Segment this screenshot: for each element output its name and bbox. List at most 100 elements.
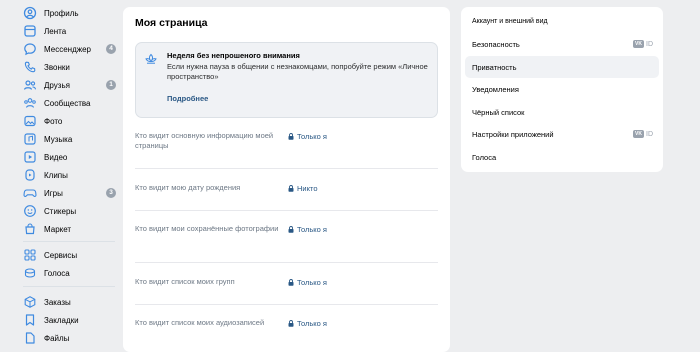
learn-more-link[interactable]: Подробнее <box>167 94 208 103</box>
services-icon <box>23 248 37 262</box>
menu-item-security[interactable]: Безопасность VK ID <box>465 33 659 55</box>
setting-row: Кто видит мои сохранённые фотографии Тол… <box>135 211 438 263</box>
setting-value: Никто <box>297 184 318 193</box>
setting-value-dropdown[interactable]: Только я <box>288 319 327 328</box>
sidebar-item-video[interactable]: Видео <box>23 148 119 166</box>
votes-icon <box>23 266 37 280</box>
games-badge: 3 <box>106 188 116 198</box>
menu-item-label: Настройки приложений <box>472 130 554 139</box>
vk-id-text: ID <box>646 130 653 138</box>
sidebar-item-friends[interactable]: Друзья 1 <box>23 76 119 94</box>
setting-row: Кто видит мою дату рождения Никто <box>135 169 438 211</box>
orders-icon <box>23 295 37 309</box>
lock-icon <box>288 320 294 327</box>
sidebar-item-games[interactable]: Игры 3 <box>23 184 119 202</box>
setting-value: Только я <box>297 319 327 328</box>
sidebar-item-label: Фото <box>44 116 63 126</box>
sidebar-item-services[interactable]: Сервисы <box>23 246 119 264</box>
sidebar-item-label: Стикеры <box>44 206 77 216</box>
left-sidebar: Профиль Лента Мессенджер 4 Звонки Друзья… <box>0 0 123 344</box>
sidebar-item-label: Видео <box>44 152 68 162</box>
sidebar-item-music[interactable]: Музыка <box>23 130 119 148</box>
sidebar-item-communities[interactable]: Сообщества <box>23 94 119 112</box>
lock-icon <box>288 133 294 140</box>
sidebar-item-label: Профиль <box>44 8 79 18</box>
menu-item-label: Голоса <box>472 153 497 162</box>
lock-icon <box>288 226 294 233</box>
sidebar-item-label: Друзья <box>44 80 70 90</box>
notice-title: Неделя без непрошеного внимания <box>167 51 300 60</box>
sidebar-item-label: Файлы <box>44 333 70 343</box>
sidebar-item-label: Клипы <box>44 170 68 180</box>
sidebar-item-bookmarks[interactable]: Закладки <box>23 311 119 329</box>
vk-logo-icon: VK <box>633 130 644 138</box>
sidebar-item-label: Сервисы <box>44 250 78 260</box>
stickers-icon <box>23 204 37 218</box>
bookmark-icon <box>23 313 37 327</box>
market-icon <box>23 222 37 236</box>
menu-item-label: Уведомления <box>472 85 519 94</box>
sidebar-item-label: Маркет <box>44 224 72 234</box>
sidebar-item-stickers[interactable]: Стикеры <box>23 202 119 220</box>
setting-value-dropdown[interactable]: Только я <box>288 225 327 234</box>
menu-item-privacy[interactable]: Приватность <box>465 56 659 78</box>
setting-label: Кто видит мою дату рождения <box>135 183 241 192</box>
photo-icon <box>23 114 37 128</box>
sidebar-item-label: Музыка <box>44 134 73 144</box>
setting-label: Кто видит список моих групп <box>135 277 235 286</box>
friends-icon <box>23 78 37 92</box>
menu-item-label: Аккаунт и внешний вид <box>472 18 548 25</box>
communities-icon <box>23 96 37 110</box>
info-notice: Неделя без непрошеного внимания Если нуж… <box>135 42 438 118</box>
setting-value-dropdown[interactable]: Никто <box>288 184 318 193</box>
sidebar-item-clips[interactable]: Клипы <box>23 166 119 184</box>
setting-value: Только я <box>297 132 327 141</box>
menu-item-blacklist[interactable]: Чёрный список <box>465 101 659 123</box>
sidebar-item-label: Закладки <box>44 315 79 325</box>
setting-label: Кто видит список моих аудиозаписей <box>135 318 265 327</box>
menu-item-account[interactable]: Аккаунт и внешний вид <box>465 11 659 33</box>
lock-icon <box>288 279 294 286</box>
setting-value: Только я <box>297 225 327 234</box>
clips-icon <box>23 168 37 182</box>
lock-icon <box>288 185 294 192</box>
friends-badge: 1 <box>106 80 116 90</box>
sidebar-divider <box>23 241 115 242</box>
sidebar-item-news[interactable]: Лента <box>23 22 119 40</box>
phone-icon <box>23 60 37 74</box>
menu-item-notifications[interactable]: Уведомления <box>465 78 659 100</box>
sidebar-item-label: Игры <box>44 188 63 198</box>
menu-item-label: Чёрный список <box>472 108 525 117</box>
sidebar-item-photo[interactable]: Фото <box>23 112 119 130</box>
menu-item-label: Безопасность <box>472 40 520 49</box>
sidebar-item-label: Голоса <box>44 268 70 278</box>
setting-value-dropdown[interactable]: Только я <box>288 132 327 141</box>
menu-item-votes[interactable]: Голоса <box>465 146 659 168</box>
video-icon <box>23 150 37 164</box>
unread-badge: 4 <box>106 44 116 54</box>
sidebar-item-label: Звонки <box>44 62 70 72</box>
setting-row: Кто видит список моих групп Только я <box>135 263 438 305</box>
menu-item-app-settings[interactable]: Настройки приложений VK ID <box>465 123 659 145</box>
sidebar-item-calls[interactable]: Звонки <box>23 58 119 76</box>
lotus-icon <box>144 52 158 66</box>
sidebar-item-label: Сообщества <box>44 98 91 108</box>
sidebar-item-profile[interactable]: Профиль <box>23 4 119 22</box>
news-icon <box>23 24 37 38</box>
sidebar-item-messenger[interactable]: Мессенджер 4 <box>23 40 119 58</box>
message-icon <box>23 42 37 56</box>
sidebar-divider <box>23 286 115 287</box>
vk-logo-icon: VK <box>633 40 644 48</box>
sidebar-item-files[interactable]: Файлы <box>23 329 119 347</box>
settings-menu: Аккаунт и внешний вид Безопасность VK ID… <box>461 7 663 172</box>
sidebar-item-orders[interactable]: Заказы <box>23 293 119 311</box>
setting-value-dropdown[interactable]: Только я <box>288 278 327 287</box>
menu-item-label: Приватность <box>472 63 517 72</box>
notice-text: Если нужна пауза в общении с незнакомцам… <box>167 62 428 81</box>
sidebar-item-votes[interactable]: Голоса <box>23 264 119 282</box>
sidebar-item-market[interactable]: Маркет <box>23 220 119 238</box>
setting-label: Кто видит мои сохранённые фотографии <box>135 224 279 233</box>
sidebar-item-label: Заказы <box>44 297 71 307</box>
setting-label: Кто видит основную информацию моей стран… <box>135 131 274 150</box>
vk-id-badge: VK ID <box>633 130 653 138</box>
